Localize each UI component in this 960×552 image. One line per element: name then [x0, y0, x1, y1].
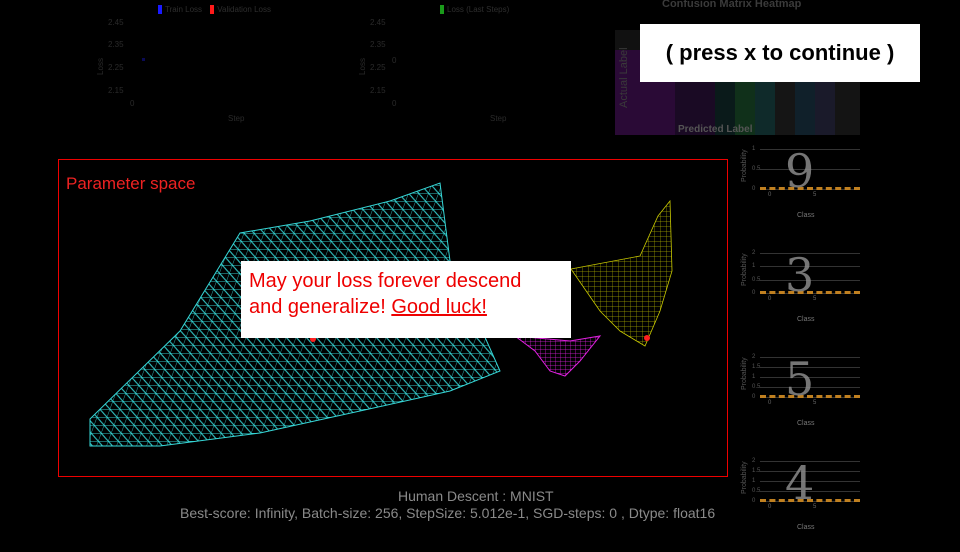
magenta-surface-mesh	[513, 335, 602, 377]
digit-image: 3	[785, 248, 815, 302]
digit-ytick: 2	[752, 354, 756, 360]
good-luck-link[interactable]: Good luck!	[391, 296, 487, 318]
message-line-2: and generalize!	[249, 296, 392, 318]
digit-xlabel: Class	[797, 316, 815, 323]
last-ylabel: Loss	[357, 58, 367, 75]
digit-ytick: 1	[752, 478, 756, 484]
last-ytick: 2.45	[370, 18, 386, 27]
last-ytick: 2.15	[370, 86, 386, 95]
digit-image: 9	[785, 144, 815, 198]
app-title: Human Descent : MNIST	[398, 488, 554, 504]
digit-ytick: 0	[752, 290, 756, 296]
heatmap-title: Confusion Matrix Heatmap	[662, 0, 802, 10]
digit-xlabel: Class	[797, 212, 815, 219]
message-box: May your loss forever descend and genera…	[241, 261, 571, 338]
heatmap-ylabel: Actual Label	[618, 47, 630, 108]
loss-ytick: 0	[130, 99, 135, 108]
last-ytick: 2.25	[370, 63, 386, 72]
status-line: Best-score: Infinity, Batch-size: 256, S…	[180, 505, 716, 521]
continue-prompt[interactable]: ( press x to continue )	[640, 24, 920, 82]
train-loss-swatch	[158, 5, 162, 15]
digit-panel: Probability 1 0.5 0 0 5 9 Class	[740, 140, 860, 240]
digit-panel: Probability 2 1.5 1 0.5 0 0 5 5 Class	[740, 348, 860, 448]
digit-xtick: 0	[768, 296, 772, 302]
loss-xlabel: Step	[228, 114, 245, 123]
loss-ytick: 2.15	[108, 86, 124, 95]
train-loss-point	[142, 58, 145, 61]
digit-xlabel: Class	[797, 524, 815, 531]
digit-ytick: 2	[752, 458, 756, 464]
digit-ylabel: Probability	[741, 461, 748, 494]
digit-panel: Probability 2 1.5 1 0.5 0 0 5 4 Class	[740, 452, 860, 552]
loss-legend: Train Loss Validation Loss	[158, 5, 277, 15]
last-zero-mark: 0	[392, 56, 397, 65]
last-steps-legend: Loss (Last Steps)	[440, 5, 515, 15]
digit-ylabel: Probability	[741, 357, 748, 390]
digit-xtick: 0	[768, 192, 772, 198]
loss-ylabel: Loss	[95, 58, 105, 75]
last-steps-swatch	[440, 5, 444, 15]
train-loss-legend-label: Train Loss	[165, 5, 203, 14]
digit-xlabel: Class	[797, 420, 815, 427]
last-steps-legend-label: Loss (Last Steps)	[447, 5, 510, 14]
validation-loss-swatch	[210, 5, 215, 15]
message-line-1: May your loss forever descend	[249, 270, 522, 292]
loss-ytick: 2.45	[108, 18, 124, 27]
digit-ytick: 1	[752, 146, 756, 152]
digit-xtick: 0	[768, 504, 772, 510]
continue-prompt-text: ( press x to continue )	[665, 40, 895, 65]
digit-ylabel: Probability	[741, 253, 748, 286]
digit-ytick: 1	[752, 263, 756, 270]
digit-ytick: 0	[752, 394, 756, 400]
loss-ytick: 2.25	[108, 63, 124, 72]
digit-image: 5	[785, 352, 815, 406]
digit-ytick: 2	[752, 250, 756, 256]
digit-xtick: 0	[768, 400, 772, 406]
digit-ytick: 1	[752, 374, 756, 380]
validation-loss-legend-label: Validation Loss	[217, 5, 271, 14]
loss-ytick: 2.35	[108, 40, 124, 49]
last-xlabel: Step	[490, 114, 507, 123]
secondary-position-marker	[644, 335, 650, 341]
heatmap-xlabel: Predicted Label	[678, 124, 753, 135]
yellow-surface-mesh	[570, 199, 673, 347]
last-ytick: 0	[392, 99, 397, 108]
parameter-space-label: Parameter space	[66, 174, 196, 193]
digit-ytick: 0	[752, 186, 756, 192]
last-ytick: 2.35	[370, 40, 386, 49]
digit-ytick: 0	[752, 498, 756, 504]
digit-image: 4	[785, 456, 815, 510]
digit-ylabel: Probability	[741, 149, 748, 182]
digit-panel: Probability 2 1 0.5 0 0 5 3 Class	[740, 244, 860, 344]
